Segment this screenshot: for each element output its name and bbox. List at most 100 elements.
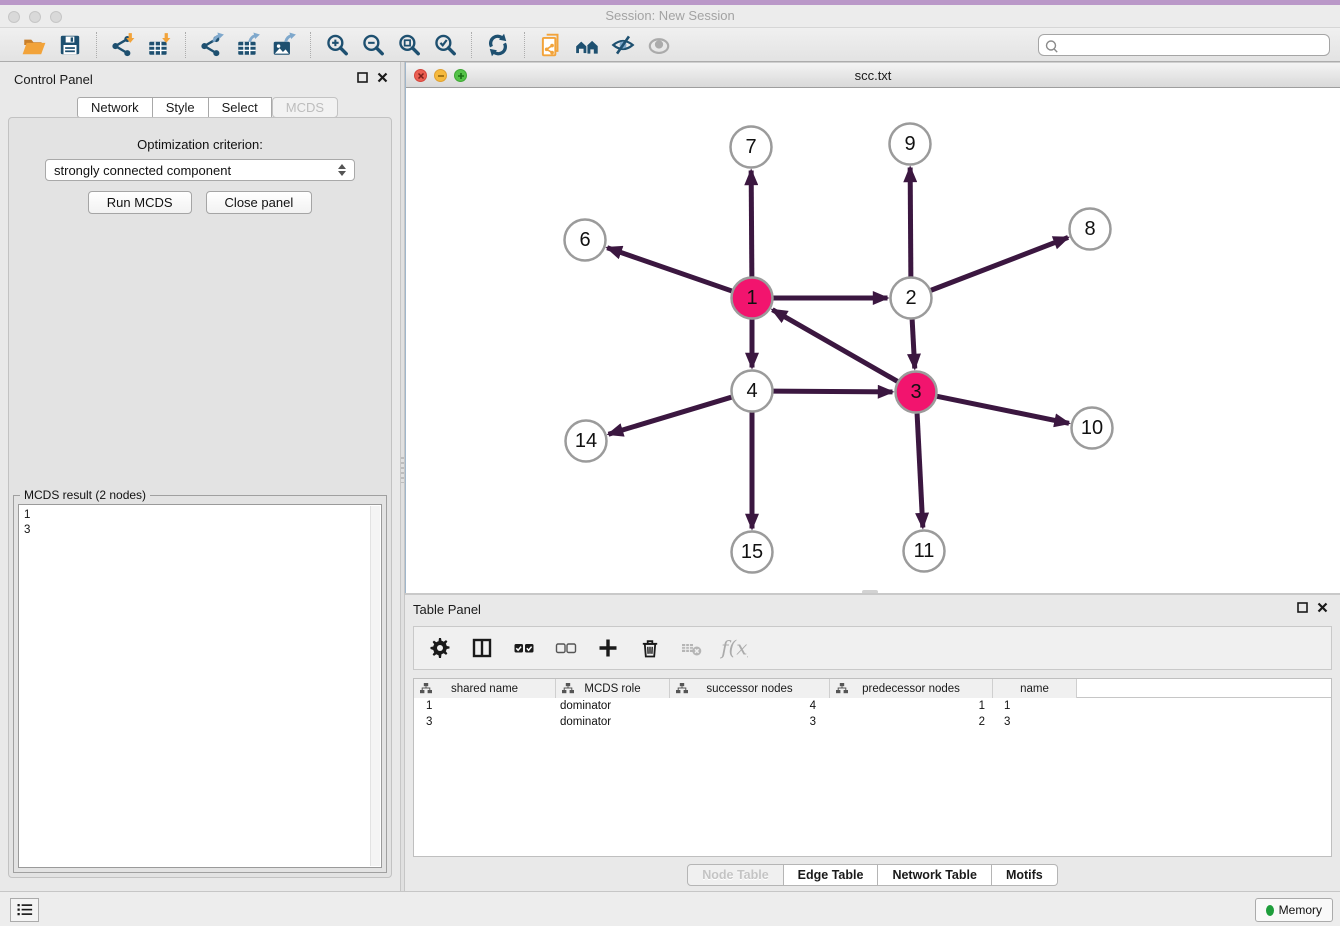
export-network-button[interactable]: [194, 31, 230, 59]
tab-node-table[interactable]: Node Table: [687, 864, 783, 886]
deselect-all-rows-button[interactable]: [552, 634, 580, 662]
tab-select[interactable]: Select: [209, 97, 272, 118]
list-icon: [15, 901, 35, 919]
mcds-result-box[interactable]: 1 3: [18, 504, 382, 868]
table-cell[interactable]: dominator: [556, 714, 670, 730]
graph-node-label-10: 10: [1081, 417, 1103, 439]
save-session-button[interactable]: [52, 31, 88, 59]
apply-layout-refresh-button[interactable]: [480, 31, 516, 59]
task-history-button[interactable]: [10, 898, 39, 922]
column-header-shared-name[interactable]: shared name: [414, 679, 556, 698]
toolbar-group: [311, 32, 472, 58]
first-neighbors-button[interactable]: [569, 31, 605, 59]
memory-button[interactable]: Memory: [1255, 898, 1333, 922]
import-table-button[interactable]: [141, 31, 177, 59]
export-image-button[interactable]: [266, 31, 302, 59]
control-panel: Control Panel NetworkStyleSelectMCDS Opt…: [0, 62, 400, 891]
memory-label: Memory: [1279, 903, 1322, 917]
svg-text:f(x): f(x): [720, 636, 748, 659]
tab-network[interactable]: Network: [77, 97, 153, 118]
application-window: Session: New Session Control Panel Netwo…: [0, 0, 1340, 926]
graph-edge-3-10[interactable]: [937, 396, 1069, 423]
graph-edge-1-6[interactable]: [607, 248, 731, 291]
table-cell[interactable]: 4: [670, 698, 830, 714]
graph-edge-3-11[interactable]: [917, 413, 923, 527]
select-all-rows-icon: [512, 636, 536, 660]
main-area: Control Panel NetworkStyleSelectMCDS Opt…: [0, 62, 1340, 891]
graph-edge-3-1[interactable]: [772, 310, 897, 382]
export-table-button[interactable]: [230, 31, 266, 59]
close-table-panel-icon[interactable]: [1317, 602, 1328, 613]
mcds-result-fieldset: MCDS result (2 nodes) 1 3: [13, 495, 387, 873]
column-header-MCDS-role[interactable]: MCDS role: [556, 679, 670, 698]
float-panel-icon[interactable]: [357, 72, 368, 83]
graph-edge-2-9[interactable]: [910, 167, 911, 276]
tab-network-table[interactable]: Network Table: [878, 864, 992, 886]
tab-style[interactable]: Style: [153, 97, 209, 118]
add-column-button[interactable]: [594, 634, 622, 662]
column-header-successor-nodes[interactable]: successor nodes: [670, 679, 830, 698]
table-cell[interactable]: 3: [414, 714, 556, 730]
open-folder-button[interactable]: [16, 31, 52, 59]
graph-edge-2-8[interactable]: [931, 237, 1068, 290]
graph-node-label-15: 15: [741, 541, 763, 563]
show-hidden-eye-button[interactable]: [641, 31, 677, 59]
zoom-fit-button[interactable]: [391, 31, 427, 59]
tab-edge-table[interactable]: Edge Table: [784, 864, 879, 886]
tab-mcds[interactable]: MCDS: [272, 97, 338, 118]
network-canvas[interactable]: 7968124314101511: [406, 88, 1340, 593]
hide-selected-eye-slash-button[interactable]: [605, 31, 641, 59]
table-cell[interactable]: 3: [993, 714, 1077, 730]
tab-motifs[interactable]: Motifs: [992, 864, 1058, 886]
table-cell[interactable]: dominator: [556, 698, 670, 714]
column-visibility-button[interactable]: [468, 634, 496, 662]
graph-node-label-3: 3: [910, 381, 921, 403]
table-cell[interactable]: 2: [830, 714, 993, 730]
graph-node-label-2: 2: [905, 287, 916, 309]
delete-column-icon: [638, 636, 662, 660]
search-icon: [1043, 38, 1061, 56]
column-label: successor nodes: [706, 683, 792, 695]
zoom-in-button[interactable]: [319, 31, 355, 59]
graph-edge-4-14[interactable]: [609, 397, 732, 434]
table-cell[interactable]: 1: [993, 698, 1077, 714]
close-panel-icon[interactable]: [377, 72, 388, 83]
table-cell[interactable]: 3: [670, 714, 830, 730]
import-network-button[interactable]: [105, 31, 141, 59]
settings-gear-button[interactable]: [426, 634, 454, 662]
open-folder-icon: [21, 32, 47, 58]
column-header-predecessor-nodes[interactable]: predecessor nodes: [830, 679, 993, 698]
graph-node-label-11: 11: [914, 540, 935, 562]
table-cell[interactable]: 1: [830, 698, 993, 714]
graph-edge-2-3[interactable]: [912, 319, 915, 368]
graph-node-label-14: 14: [575, 430, 597, 452]
deselect-all-rows-icon: [554, 636, 578, 660]
graph-node-label-6: 6: [579, 229, 590, 251]
search-input[interactable]: [1038, 34, 1330, 56]
graph-edge-1-7[interactable]: [751, 170, 752, 276]
table-cell[interactable]: 1: [414, 698, 556, 714]
column-visibility-icon: [470, 636, 494, 660]
close-panel-button[interactable]: Close panel: [206, 191, 313, 214]
select-all-rows-button[interactable]: [510, 634, 538, 662]
result-scrollbar[interactable]: [370, 506, 380, 866]
toolbar-icon-groups: [8, 32, 685, 58]
table-row[interactable]: 3dominator323: [414, 714, 1331, 730]
splitter-handle-icon[interactable]: [401, 457, 404, 483]
optimization-criterion-select[interactable]: strongly connected component: [45, 159, 355, 181]
float-table-panel-icon[interactable]: [1297, 602, 1308, 613]
graph-edge-4-3[interactable]: [773, 391, 892, 392]
run-mcds-button[interactable]: Run MCDS: [88, 191, 192, 214]
graph-node-label-7: 7: [745, 136, 756, 158]
column-label: MCDS role: [584, 683, 640, 695]
zoom-out-button[interactable]: [355, 31, 391, 59]
zoom-selected-button[interactable]: [427, 31, 463, 59]
table-row[interactable]: 1dominator411: [414, 698, 1331, 714]
delete-column-button[interactable]: [636, 634, 664, 662]
memory-status-icon: [1266, 905, 1274, 916]
tree-column-icon: [836, 683, 848, 697]
graph-node-label-1: 1: [746, 287, 757, 309]
column-header-name[interactable]: name: [993, 679, 1077, 698]
zoom-fit-icon: [396, 32, 422, 58]
copy-network-button[interactable]: [533, 31, 569, 59]
